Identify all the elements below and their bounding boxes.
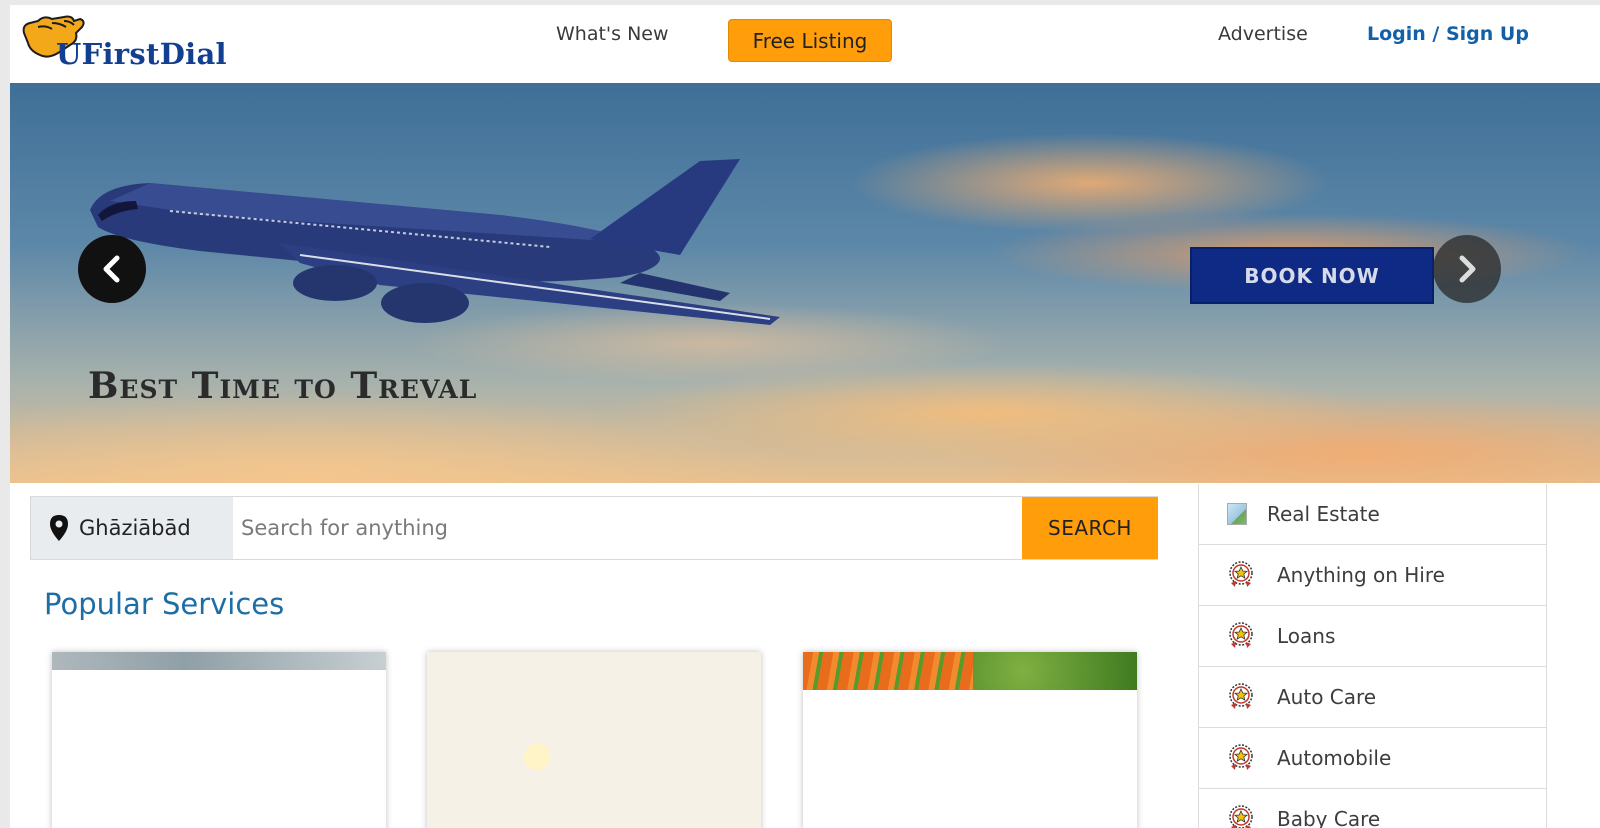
service-card-image <box>803 652 1137 690</box>
category-label: Automobile <box>1277 746 1392 770</box>
service-card[interactable] <box>52 652 386 828</box>
category-label: Loans <box>1277 624 1336 648</box>
award-badge-icon <box>1229 622 1253 648</box>
award-badge-icon <box>1229 683 1253 709</box>
nav-advertise[interactable]: Advertise <box>1218 23 1308 45</box>
search-button[interactable]: SEARCH <box>1022 497 1158 559</box>
category-sidebar: Real Estate Anything on Hire Loans Auto … <box>1198 484 1547 828</box>
category-label: Anything on Hire <box>1277 563 1445 587</box>
category-label: Real Estate <box>1267 502 1380 526</box>
category-label: Auto Care <box>1277 685 1377 709</box>
carousel-next-button[interactable] <box>1433 235 1501 303</box>
free-listing-button[interactable]: Free Listing <box>728 19 892 62</box>
search-bar: Ghāziābād SEARCH <box>30 496 1158 560</box>
hero-banner[interactable]: Best Time to Treval BOOK NOW <box>10 83 1600 483</box>
category-item-real-estate[interactable]: Real Estate <box>1199 484 1546 545</box>
service-card-image <box>427 652 761 828</box>
chevron-right-icon <box>1459 255 1476 283</box>
hero-caption: Best Time to Treval <box>88 365 478 407</box>
chevron-left-icon <box>103 255 120 283</box>
category-label: Baby Care <box>1277 807 1381 828</box>
login-signup-link[interactable]: Login / Sign Up <box>1367 23 1529 45</box>
award-badge-icon <box>1229 744 1253 770</box>
page: UFirstDial What's New Free Listing Adver… <box>10 5 1600 828</box>
location-pin-icon <box>50 515 68 541</box>
category-item-auto-care[interactable]: Auto Care <box>1199 667 1546 728</box>
service-card[interactable] <box>427 652 761 828</box>
carousel-prev-button[interactable] <box>78 235 146 303</box>
popular-services-title: Popular Services <box>44 587 285 621</box>
award-badge-icon <box>1229 805 1253 828</box>
nav-whats-new[interactable]: What's New <box>556 23 669 45</box>
broken-image-icon <box>1227 503 1247 525</box>
service-card[interactable] <box>803 652 1137 828</box>
category-item-baby-care[interactable]: Baby Care <box>1199 789 1546 828</box>
category-item-loans[interactable]: Loans <box>1199 606 1546 667</box>
logo[interactable]: UFirstDial <box>18 11 238 73</box>
search-input[interactable] <box>233 497 1022 559</box>
airplane-image <box>90 159 780 325</box>
logo-text: UFirstDial <box>56 37 227 71</box>
award-badge-icon <box>1229 561 1253 587</box>
location-selector[interactable]: Ghāziābād <box>31 497 233 559</box>
category-item-anything-on-hire[interactable]: Anything on Hire <box>1199 545 1546 606</box>
book-now-button[interactable]: BOOK NOW <box>1190 247 1434 304</box>
service-card-image <box>52 652 386 670</box>
location-label: Ghāziābād <box>79 516 191 540</box>
site-header: UFirstDial What's New Free Listing Adver… <box>10 5 1600 83</box>
category-item-automobile[interactable]: Automobile <box>1199 728 1546 789</box>
